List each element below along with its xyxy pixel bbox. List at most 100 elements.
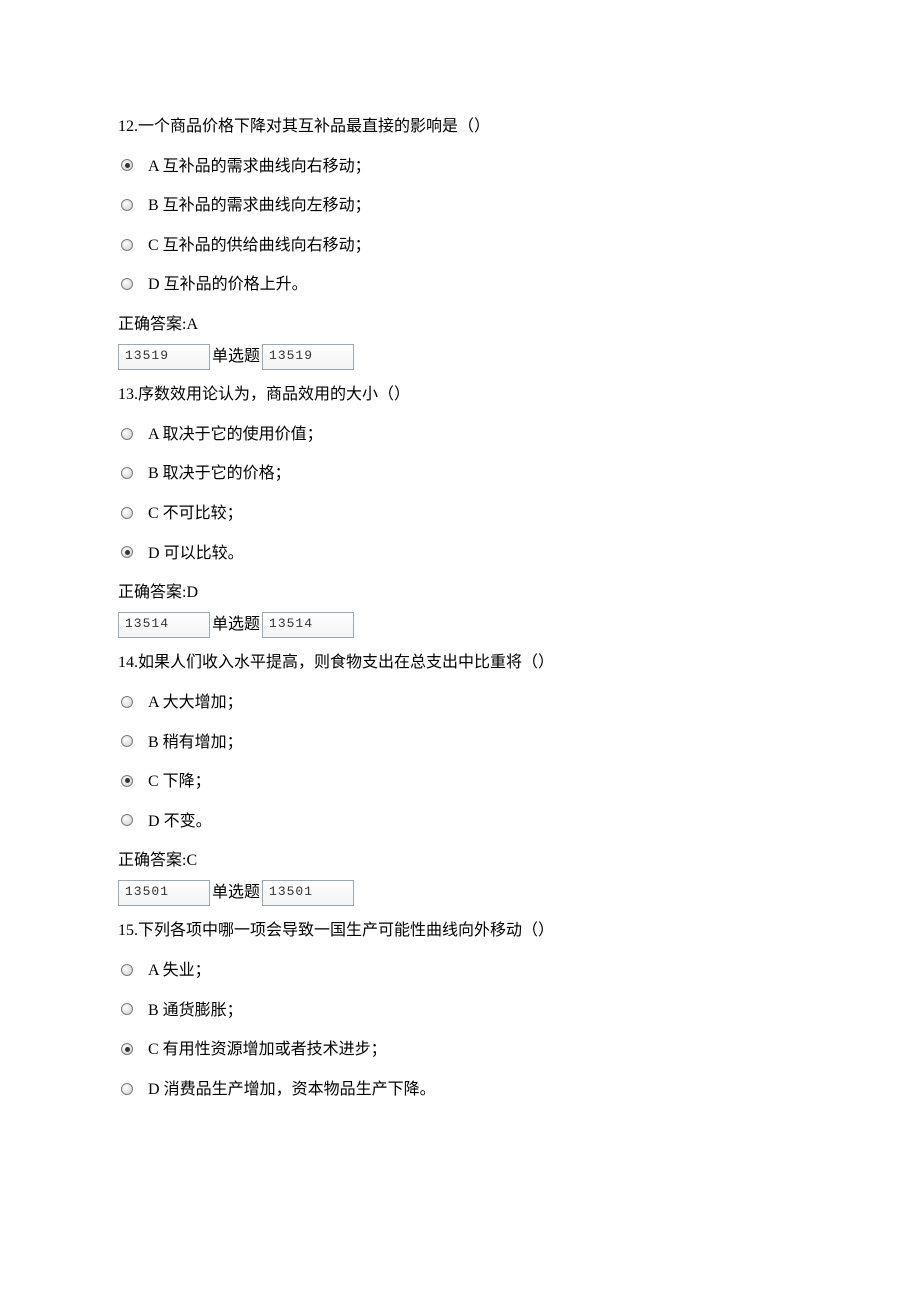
answer-value: C [186,852,197,869]
radio-button[interactable] [120,734,134,748]
option-text: 稍有增加； [163,734,243,751]
option-letter: B [148,1002,159,1019]
answer-label: 正确答案: [118,316,186,333]
question-block: 12.一个商品价格下降对其互补品最直接的影响是（） A 互补品的需求曲线向右移动；… [118,114,802,370]
radio-icon [121,696,133,708]
radio-icon [121,467,133,479]
radio-button[interactable] [120,774,134,788]
id-row: 13501单选题13501 [118,880,802,907]
radio-button[interactable] [120,813,134,827]
radio-button[interactable] [120,198,134,212]
answer-value: D [186,584,198,601]
option-letter: C [148,505,159,522]
question-number: 12. [118,118,138,135]
option-label: D 互补品的价格上升。 [148,272,308,298]
option-letter: B [148,197,159,214]
radio-button[interactable] [120,277,134,291]
radio-icon [121,239,133,251]
option-letter: A [148,158,159,175]
radio-icon [121,775,133,787]
radio-icon [121,507,133,519]
option-row: A 取决于它的使用价值； [118,422,802,448]
option-label: A 大大增加； [148,690,243,716]
option-text: 互补品的需求曲线向左移动； [163,197,371,214]
option-row: B 互补品的需求曲线向左移动； [118,193,802,219]
question-type-label: 单选题 [212,344,260,371]
question-block: 15.下列各项中哪一项会导致一国生产可能性曲线向外移动（）A 失业；B 通货膨胀… [118,918,802,1102]
option-letter: A [148,962,159,979]
radio-button[interactable] [120,545,134,559]
id-field-2[interactable]: 13519 [262,344,354,370]
option-row: B 稍有增加； [118,730,802,756]
question-type-label: 单选题 [212,880,260,907]
option-label: D 消费品生产增加，资本物品生产下降。 [148,1077,436,1103]
option-row: B 通货膨胀； [118,998,802,1024]
option-label: C 有用性资源增加或者技术进步； [148,1037,387,1063]
option-letter: C [148,1041,159,1058]
option-row: C 有用性资源增加或者技术进步； [118,1037,802,1063]
radio-icon [121,814,133,826]
option-row: B 取决于它的价格； [118,461,802,487]
option-row: D 消费品生产增加，资本物品生产下降。 [118,1077,802,1103]
question-number: 14. [118,654,138,671]
option-row: C 下降； [118,769,802,795]
option-text: 消费品生产增加，资本物品生产下降。 [164,1081,436,1098]
answer-line: 正确答案:C [118,848,802,874]
radio-button[interactable] [120,427,134,441]
radio-icon [121,1003,133,1015]
radio-icon [121,428,133,440]
option-letter: D [148,545,160,562]
option-letter: C [148,773,159,790]
radio-button[interactable] [120,506,134,520]
option-row: A 互补品的需求曲线向右移动； [118,154,802,180]
option-text: 可以比较。 [164,545,244,562]
option-row: A 失业； [118,958,802,984]
radio-button[interactable] [120,963,134,977]
question-body: 序数效用论认为，商品效用的大小（） [138,386,410,403]
radio-button[interactable] [120,158,134,172]
question-text: 13.序数效用论认为，商品效用的大小（） [118,382,802,408]
id-row: 13519单选题13519 [118,344,802,371]
option-label: C 不可比较； [148,501,243,527]
option-label: C 互补品的供给曲线向右移动； [148,233,371,259]
id-field-1[interactable]: 13514 [118,612,210,638]
radio-button[interactable] [120,1002,134,1016]
option-label: D 不变。 [148,809,212,835]
id-field-1[interactable]: 13519 [118,344,210,370]
option-row: D 互补品的价格上升。 [118,272,802,298]
option-label: B 稍有增加； [148,730,243,756]
option-text: 失业； [163,962,211,979]
question-text: 12.一个商品价格下降对其互补品最直接的影响是（） [118,114,802,140]
option-letter: D [148,813,160,830]
option-text: 不可比较； [163,505,243,522]
option-letter: B [148,465,159,482]
option-letter: D [148,276,160,293]
radio-icon [121,278,133,290]
radio-button[interactable] [120,238,134,252]
option-text: 取决于它的价格； [163,465,291,482]
id-field-2[interactable]: 13514 [262,612,354,638]
radio-icon [121,964,133,976]
radio-button[interactable] [120,1082,134,1096]
option-row: C 互补品的供给曲线向右移动； [118,233,802,259]
radio-icon [121,1043,133,1055]
question-body: 如果人们收入水平提高，则食物支出在总支出中比重将（） [138,654,554,671]
option-text: 有用性资源增加或者技术进步； [163,1041,387,1058]
option-text: 下降； [163,773,211,790]
question-body: 一个商品价格下降对其互补品最直接的影响是（） [138,118,490,135]
option-label: A 互补品的需求曲线向右移动； [148,154,371,180]
option-text: 不变。 [164,813,212,830]
radio-icon [121,199,133,211]
question-text: 14.如果人们收入水平提高，则食物支出在总支出中比重将（） [118,650,802,676]
answer-label: 正确答案: [118,852,186,869]
answer-value: A [186,316,198,333]
id-field-1[interactable]: 13501 [118,880,210,906]
option-label: B 互补品的需求曲线向左移动； [148,193,371,219]
option-label: B 取决于它的价格； [148,461,291,487]
radio-button[interactable] [120,1042,134,1056]
answer-line: 正确答案:A [118,312,802,338]
radio-button[interactable] [120,695,134,709]
id-field-2[interactable]: 13501 [262,880,354,906]
option-text: 大大增加； [163,694,243,711]
radio-button[interactable] [120,466,134,480]
